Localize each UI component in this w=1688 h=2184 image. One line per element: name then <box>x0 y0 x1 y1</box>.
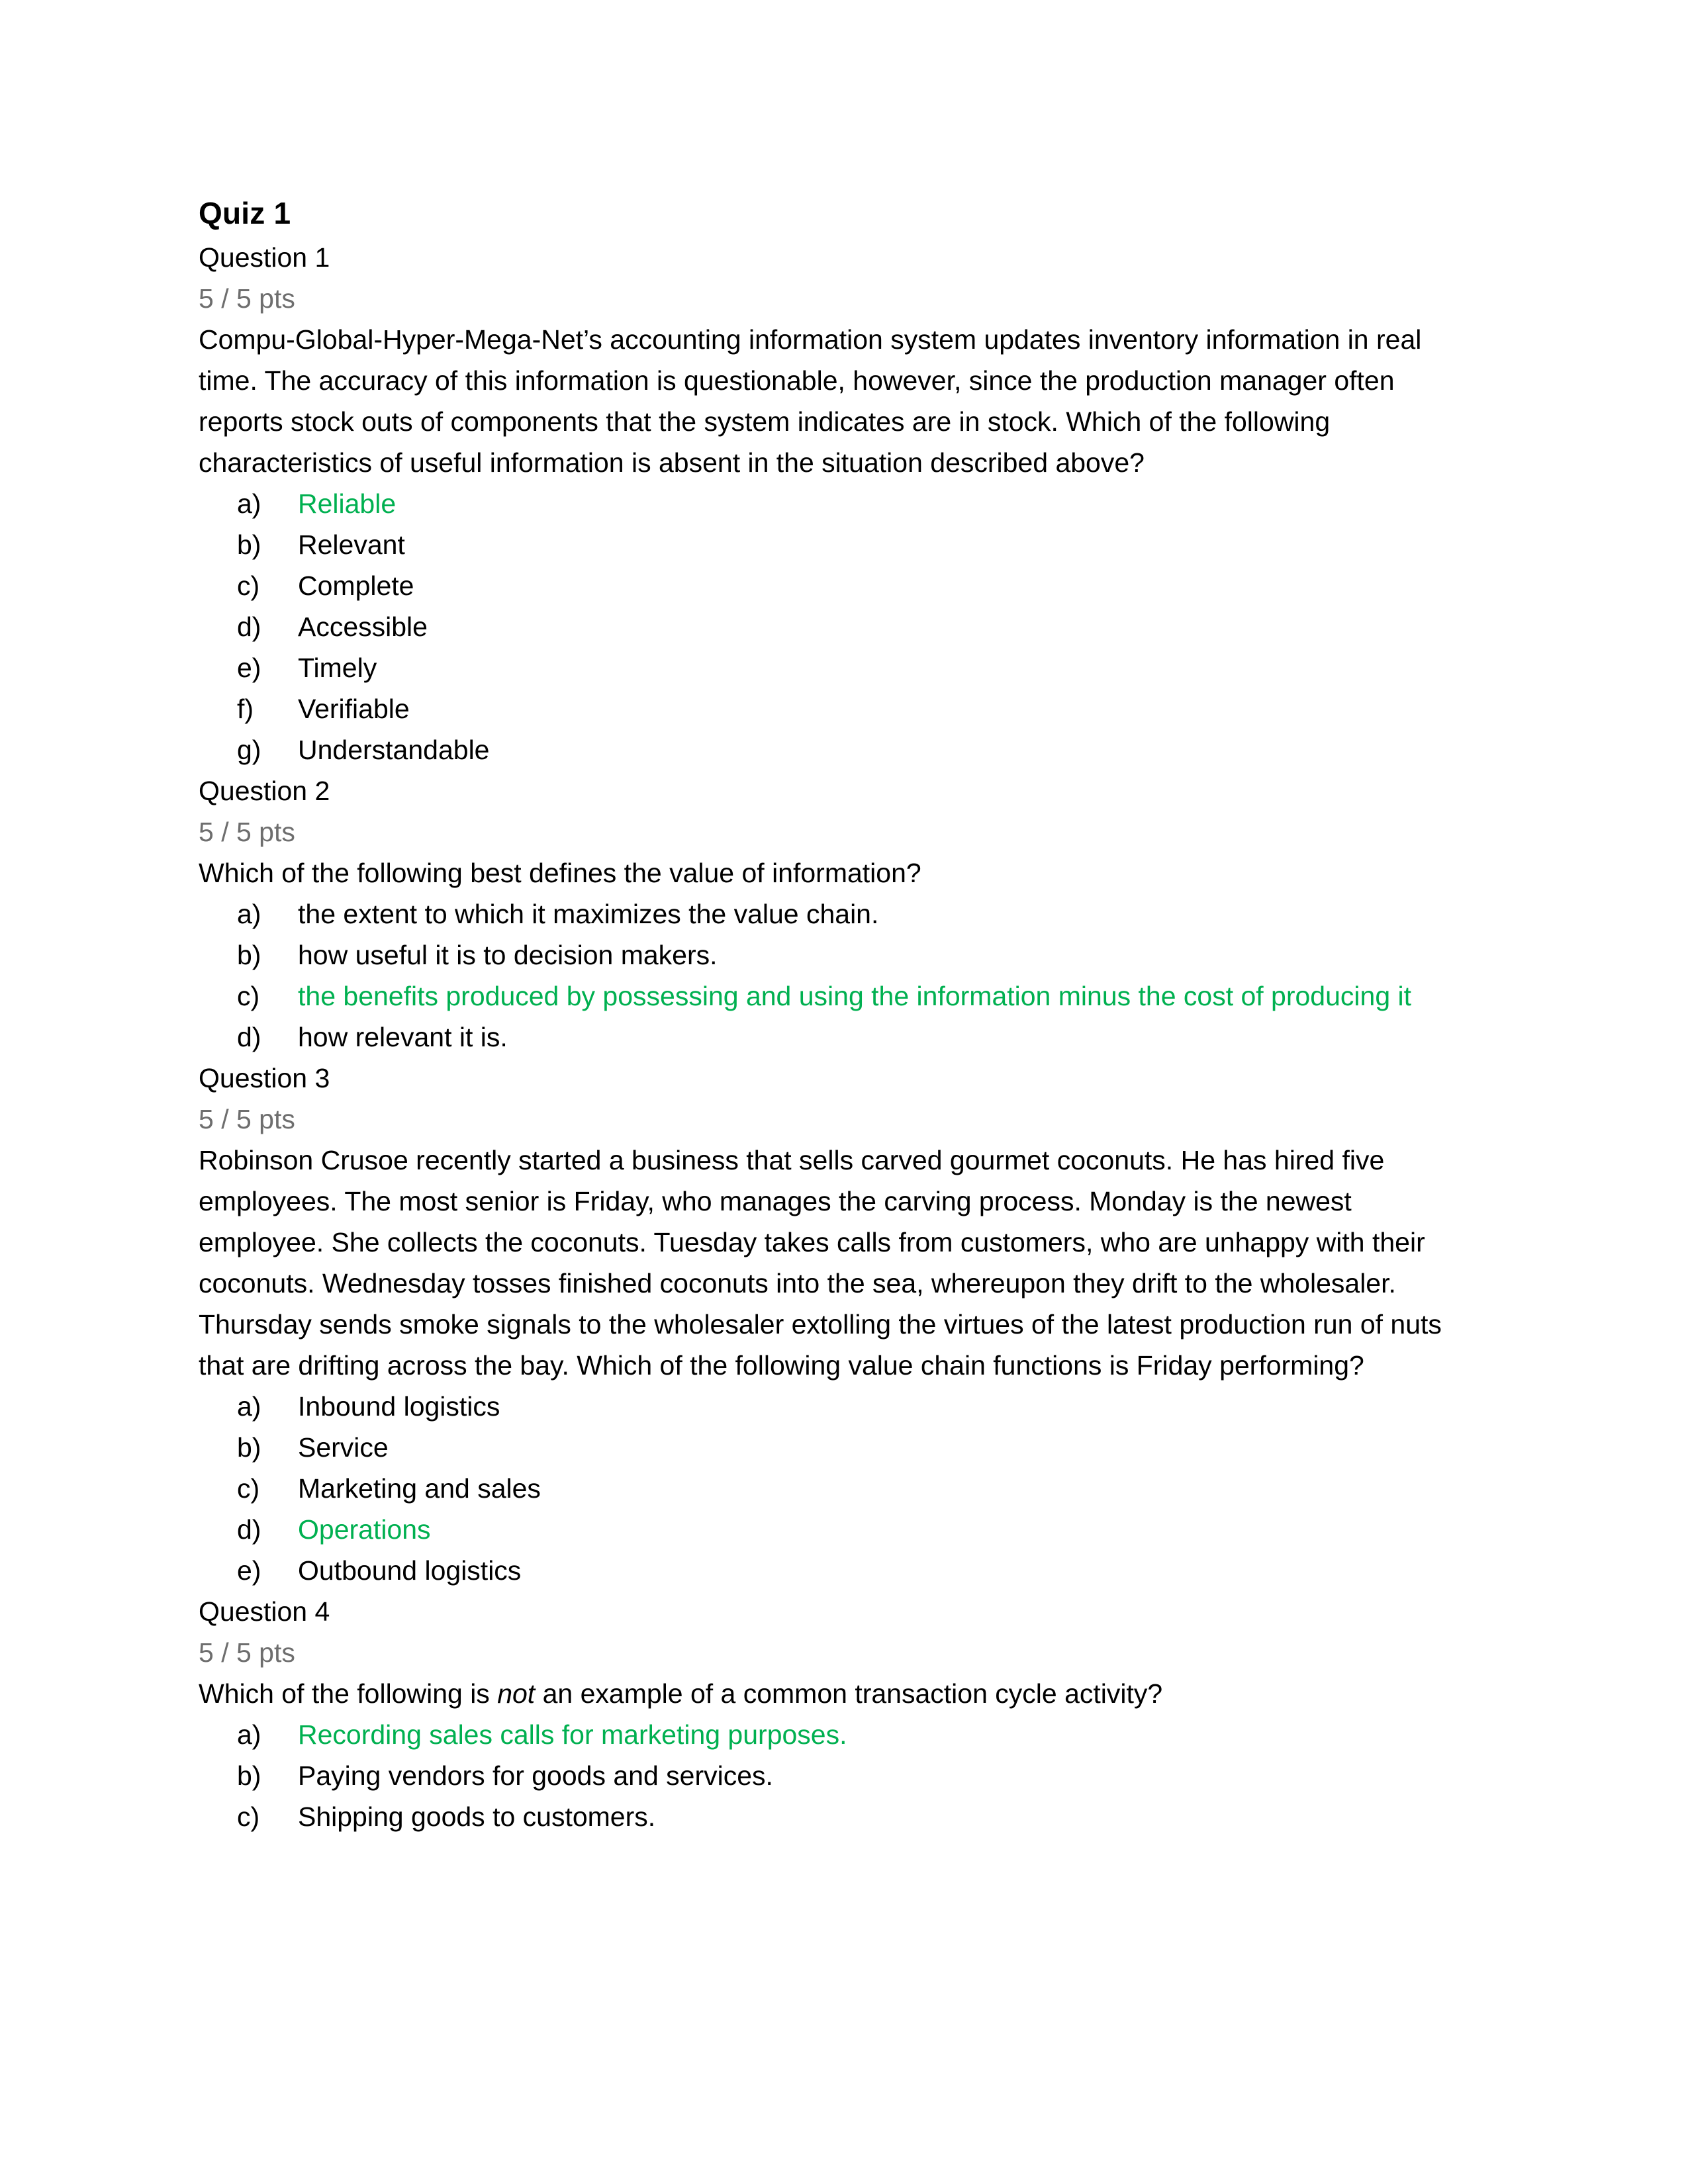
answer-option-marker: f) <box>237 694 254 724</box>
answer-option[interactable]: d) Accessible <box>199 606 1470 647</box>
answer-option-text: Paying vendors for goods and services. <box>298 1760 773 1791</box>
question-block: Question 4 5 / 5 pts Which of the followin… <box>199 1591 1470 1837</box>
answer-option-marker: e) <box>237 1555 261 1586</box>
answer-option-marker: a) <box>237 1391 261 1422</box>
answer-option-correct[interactable]: a) Recording sales calls for marketing pu… <box>199 1714 1470 1755</box>
question-label: Question 3 <box>199 1063 330 1093</box>
answer-option-text: how useful it is to decision makers. <box>298 940 718 970</box>
answer-option-marker: e) <box>237 653 261 683</box>
answer-option-text: Verifiable <box>298 694 410 724</box>
answer-option-text: Recording sales calls for marketing purp… <box>298 1719 847 1750</box>
answer-option-text: Outbound logistics <box>298 1555 522 1586</box>
answer-option[interactable]: e) Outbound logistics <box>199 1550 1470 1591</box>
answer-option[interactable]: a) Inbound logistics <box>199 1386 1470 1427</box>
question-body-text: Which of the following is <box>199 1678 498 1709</box>
answer-option-marker: a) <box>237 488 261 519</box>
question-label: Question 1 <box>199 242 330 273</box>
answer-option-marker: d) <box>237 1514 261 1545</box>
question-label: Question 2 <box>199 776 330 806</box>
question-points: 5 / 5 pts <box>199 817 295 847</box>
answer-option-marker: a) <box>237 1719 261 1750</box>
answer-option-marker: d) <box>237 1022 261 1052</box>
answer-options-list: a) Reliable b) Relevant c) Complete d) Accessib… <box>199 483 1470 770</box>
answer-option-marker: b) <box>237 1432 261 1463</box>
question-body: Which of the following is not an example… <box>199 1673 1470 1714</box>
answer-option[interactable]: f) Verifiable <box>199 688 1470 729</box>
answer-option[interactable]: b) Service <box>199 1427 1470 1468</box>
answer-option-text: how relevant it is. <box>298 1022 508 1052</box>
answer-options-list: a) Inbound logistics b) Service c) Marketing … <box>199 1386 1470 1591</box>
answer-option-text: Accessible <box>298 612 428 642</box>
question-body: Which of the following best defines the … <box>199 858 921 888</box>
answer-option[interactable]: c) Complete <box>199 565 1470 606</box>
answer-option-text: Inbound logistics <box>298 1391 500 1422</box>
answer-option-text: Relevant <box>298 529 405 560</box>
answer-option-marker: b) <box>237 940 261 970</box>
answer-option-correct[interactable]: c) the benefits produced by possessing an… <box>199 976 1470 1017</box>
answer-option[interactable]: c) Shipping goods to customers. <box>199 1796 1470 1837</box>
answer-option-correct[interactable]: d) Operations <box>199 1509 1470 1550</box>
answer-option[interactable]: d) how relevant it is. <box>199 1017 1470 1058</box>
question-points: 5 / 5 pts <box>199 1104 295 1134</box>
answer-options-list: a) Recording sales calls for marketing pu… <box>199 1714 1470 1837</box>
question-block: Question 1 5 / 5 pts Compu-Global-Hyper-Me… <box>199 237 1470 770</box>
answer-options-list: a) the extent to which it maximizes the v… <box>199 893 1470 1058</box>
answer-option-text: Complete <box>298 570 414 601</box>
answer-option-text: Marketing and sales <box>298 1473 541 1504</box>
answer-option[interactable]: a) the extent to which it maximizes the v… <box>199 893 1470 934</box>
answer-option-text: the benefits produced by possessing and … <box>298 981 1412 1011</box>
answer-option[interactable]: b) how useful it is to decision makers. <box>199 934 1470 976</box>
question-points: 5 / 5 pts <box>199 283 295 314</box>
answer-option-marker: c) <box>237 1473 260 1504</box>
answer-option-marker: c) <box>237 1801 260 1832</box>
question-label: Question 4 <box>199 1596 330 1627</box>
answer-option[interactable]: b) Relevant <box>199 524 1470 565</box>
answer-option[interactable]: b) Paying vendors for goods and services. <box>199 1755 1470 1796</box>
answer-option[interactable]: g) Understandable <box>199 729 1470 770</box>
answer-option-text: the extent to which it maximizes the val… <box>298 899 879 929</box>
quiz-document-page: Quiz 1 Question 1 5 / 5 pts Compu-Global-H… <box>0 0 1688 2184</box>
answer-option[interactable]: e) Timely <box>199 647 1470 688</box>
answer-option-marker: d) <box>237 612 261 642</box>
answer-option-text: Understandable <box>298 735 490 765</box>
answer-option[interactable]: c) Marketing and sales <box>199 1468 1470 1509</box>
question-block: Question 3 5 / 5 pts Robinson Crusoe recen… <box>199 1058 1470 1591</box>
question-points: 5 / 5 pts <box>199 1637 295 1668</box>
answer-option-marker: b) <box>237 1760 261 1791</box>
answer-option-text: Shipping goods to customers. <box>298 1801 656 1832</box>
answer-option-correct[interactable]: a) Reliable <box>199 483 1470 524</box>
page-title: Quiz 1 <box>199 196 291 230</box>
question-body: Compu-Global-Hyper-Mega-Net’s accounting… <box>199 324 1422 478</box>
answer-option-marker: c) <box>237 570 260 601</box>
answer-option-marker: a) <box>237 899 261 929</box>
answer-option-marker: c) <box>237 981 260 1011</box>
answer-option-marker: b) <box>237 529 261 560</box>
answer-option-marker: g) <box>237 735 261 765</box>
question-body: Robinson Crusoe recently started a busin… <box>199 1145 1442 1381</box>
answer-option-text: Operations <box>298 1514 431 1545</box>
questions-container: Question 1 5 / 5 pts Compu-Global-Hyper-Me… <box>199 237 1470 1837</box>
answer-option-text: Service <box>298 1432 389 1463</box>
answer-option-text: Timely <box>298 653 377 683</box>
answer-option-text: Reliable <box>298 488 397 519</box>
question-body-text: an example of a common transaction cycle… <box>535 1678 1163 1709</box>
question-block: Question 2 5 / 5 pts Which of the followin… <box>199 770 1470 1058</box>
question-body-emphasis: not <box>497 1678 536 1709</box>
